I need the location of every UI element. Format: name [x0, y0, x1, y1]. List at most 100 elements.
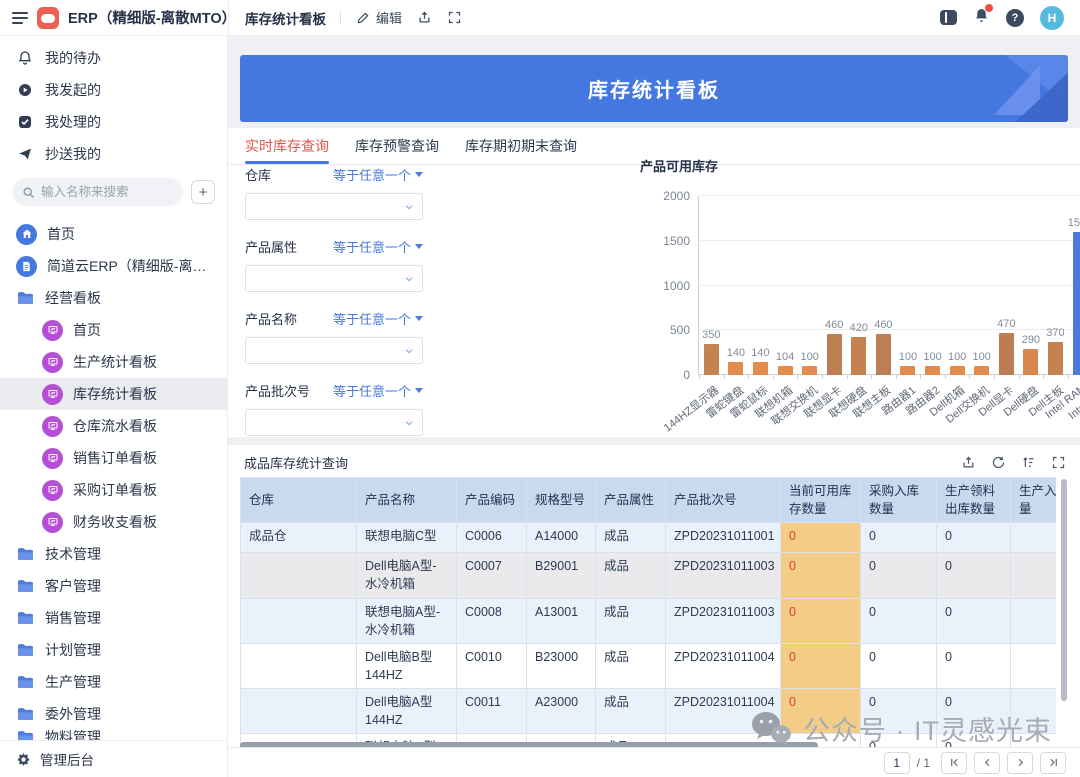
prev-page-button[interactable]: [974, 752, 1000, 774]
filter-label: 仓库: [245, 165, 271, 184]
table-cell: B29001: [527, 553, 596, 598]
table-header-row: 成品库存统计查询: [244, 453, 1066, 472]
sort-icon[interactable]: [1020, 455, 1036, 471]
sidebar-item-home[interactable]: 首页: [0, 218, 227, 250]
column-header[interactable]: 产品属性: [596, 478, 666, 523]
sidebar-item-board-sales-order[interactable]: 销售订单看板: [0, 442, 227, 474]
table-row[interactable]: 联想电脑A型-水冷机箱C0008A13001成品ZPD2023101100300…: [241, 598, 1057, 643]
filter-operator[interactable]: 等于任意一个: [333, 237, 423, 256]
sidebar-item-tech-mgmt[interactable]: 技术管理: [0, 538, 227, 570]
sidebar-item-business-boards[interactable]: 经营看板: [0, 282, 227, 314]
search-box[interactable]: [12, 178, 183, 206]
divider: [340, 11, 341, 25]
table-cell: [1011, 553, 1057, 598]
table-row[interactable]: Dell电脑A型 144HZC0011A23000成品ZPD2023101100…: [241, 689, 1057, 734]
tab-0[interactable]: 实时库存查询: [245, 128, 329, 164]
page-toolbar: 库存统计看板 编辑: [228, 0, 940, 35]
expand-icon[interactable]: [1050, 455, 1066, 471]
vertical-scrollbar[interactable]: [1061, 479, 1067, 701]
filter-select[interactable]: [245, 337, 423, 364]
bar-联想机箱[interactable]: [778, 366, 793, 375]
help-icon[interactable]: ?: [1006, 9, 1024, 27]
column-header[interactable]: 产品编码: [457, 478, 527, 523]
share-icon[interactable]: [416, 10, 432, 26]
bar-Dell主板[interactable]: [1048, 342, 1063, 375]
bar-联想交换机[interactable]: [802, 366, 817, 375]
bar-Dell硬盘[interactable]: [1023, 349, 1038, 375]
table-cell: B23000: [527, 643, 596, 688]
sidebar-item-board-production[interactable]: 生产统计看板: [0, 346, 227, 378]
sidebar-item-sales-mgmt[interactable]: 销售管理: [0, 602, 227, 634]
add-button[interactable]: +: [191, 180, 215, 204]
table-row[interactable]: Dell电脑B型 144HZC0010B23000成品ZPD2023101100…: [241, 643, 1057, 688]
bar-雷蛇鼠标[interactable]: [753, 362, 768, 375]
edit-button[interactable]: 编辑: [355, 8, 402, 27]
bar-雷蛇键盘[interactable]: [728, 362, 743, 375]
bar-联想显卡[interactable]: [827, 334, 842, 375]
sidebar-item-jdy-erp[interactable]: 简道云ERP（精细版-离散MT...: [0, 250, 227, 282]
fullscreen-icon[interactable]: [446, 10, 462, 26]
column-header[interactable]: 生产领料出库数量: [937, 478, 1011, 523]
column-header[interactable]: 产品批次号: [666, 478, 781, 523]
sidebar-item-board-inventory[interactable]: 库存统计看板: [0, 378, 227, 410]
bar-value-label: 460: [874, 319, 892, 331]
folder-icon: [16, 641, 35, 660]
table-row[interactable]: Dell电脑A型-水冷机箱C0007B29001成品ZPD20231011003…: [241, 553, 1057, 598]
page-tab[interactable]: 库存统计看板: [245, 8, 326, 28]
table-row[interactable]: 成品仓联想电脑C型C0006A14000成品ZPD20231011001000: [241, 523, 1057, 553]
bar-Dell机箱[interactable]: [950, 366, 965, 375]
quick-item-1[interactable]: 我发起的: [0, 74, 227, 106]
filter-select[interactable]: [245, 193, 423, 220]
admin-console-button[interactable]: 管理后台: [0, 740, 227, 777]
column-header[interactable]: 生产入库数量: [1011, 478, 1057, 523]
bar-Dell显卡[interactable]: [999, 333, 1014, 375]
sidebar-item-production-mgmt[interactable]: 生产管理: [0, 666, 227, 698]
bar-路由器1[interactable]: [900, 366, 915, 375]
table-cell: A14000: [527, 523, 596, 553]
filter-select[interactable]: [245, 409, 423, 436]
sidebar-item-label: 技术管理: [45, 544, 101, 564]
tab-2[interactable]: 库存期初期末查询: [465, 128, 577, 164]
sidebar-item-board-purchase-order[interactable]: 采购订单看板: [0, 474, 227, 506]
first-page-button[interactable]: [941, 752, 967, 774]
bar-联想硬盘[interactable]: [851, 337, 866, 375]
table-cell: 0: [781, 689, 861, 734]
bar-Dell交换机[interactable]: [974, 366, 989, 375]
filter-operator[interactable]: 等于任意一个: [333, 381, 423, 400]
column-header[interactable]: 采购入库数量: [861, 478, 937, 523]
filter-select[interactable]: [245, 265, 423, 292]
sidebar-item-plan-mgmt[interactable]: 计划管理: [0, 634, 227, 666]
bar-144HZ显示器[interactable]: [704, 344, 719, 375]
column-header[interactable]: 规格型号: [527, 478, 596, 523]
user-avatar[interactable]: H: [1040, 6, 1064, 30]
filter-label: 产品批次号: [245, 381, 310, 400]
quick-item-3[interactable]: 抄送我的: [0, 138, 227, 170]
topbar-left: ERP（精细版-离散MTO）: [0, 7, 228, 29]
sidebar-item-customer-mgmt[interactable]: 客户管理: [0, 570, 227, 602]
column-header[interactable]: 产品名称: [357, 478, 457, 523]
tab-1[interactable]: 库存预警查询: [355, 128, 439, 164]
column-header[interactable]: 仓库: [241, 478, 357, 523]
search-input[interactable]: [41, 185, 151, 199]
sidebar-item-board-warehouse-flow[interactable]: 仓库流水看板: [0, 410, 227, 442]
bar-联想主板[interactable]: [876, 334, 891, 375]
sidebar-item-outsourcing-mgmt[interactable]: 委外管理: [0, 698, 227, 730]
current-page[interactable]: 1: [884, 752, 910, 774]
notifications-button[interactable]: [973, 7, 990, 29]
filter-operator[interactable]: 等于任意一个: [333, 165, 423, 184]
bar-Intel RAM[interactable]: [1073, 232, 1080, 375]
filter-operator[interactable]: 等于任意一个: [333, 309, 423, 328]
quick-item-2[interactable]: 我处理的: [0, 106, 227, 138]
sidebar-item-board-home[interactable]: 首页: [0, 314, 227, 346]
column-header[interactable]: 当前可用库存数量: [781, 478, 861, 523]
sidebar-item-label: 委外管理: [45, 704, 101, 724]
refresh-icon[interactable]: [990, 455, 1006, 471]
menu-toggle-icon[interactable]: [12, 12, 28, 24]
directory-icon[interactable]: [940, 10, 957, 25]
quick-item-0[interactable]: 我的待办: [0, 42, 227, 74]
export-icon[interactable]: [960, 455, 976, 471]
next-page-button[interactable]: [1007, 752, 1033, 774]
sidebar-item-board-finance[interactable]: 财务收支看板: [0, 506, 227, 538]
bar-路由器2[interactable]: [925, 366, 940, 375]
last-page-button[interactable]: [1040, 752, 1066, 774]
